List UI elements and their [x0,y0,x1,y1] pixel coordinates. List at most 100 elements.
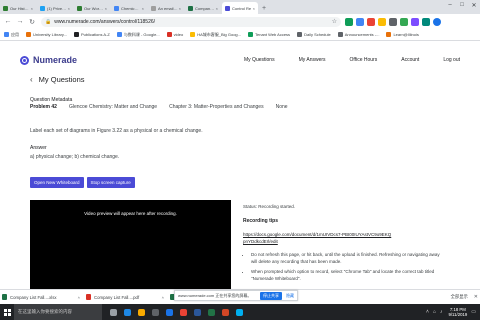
close-icon[interactable]: ✕ [474,294,478,300]
bookmarks-bar: 应用 University Library... Publications A-Z 与… [0,29,480,41]
extension-icon[interactable] [345,17,353,26]
chrome-icon[interactable] [176,304,190,320]
app-glyph [193,308,201,316]
bookmark-label: University Library... [33,32,67,37]
reload-icon[interactable]: ↻ [27,17,37,27]
profile-avatar-icon[interactable] [433,17,441,26]
hide-share-link[interactable]: 隐藏 [286,293,294,299]
extension-icon[interactable] [422,17,430,26]
bookmark-item[interactable]: Daily Schedule [297,32,331,37]
download-item[interactable]: Company List Fall....xlsx ˄ [2,292,80,303]
maximize-icon[interactable]: □ [456,0,468,10]
tab-close-icon[interactable]: × [31,6,33,11]
browser-tab[interactable]: Our Work – Kno× [74,2,110,14]
skype-icon[interactable] [232,304,246,320]
tab-close-icon[interactable]: × [216,6,218,11]
bookmark-item[interactable]: video [166,32,183,37]
chevron-up-icon[interactable]: ˄ [78,295,80,300]
notifications-icon[interactable]: ▭ [471,309,476,315]
tab-favicon-icon [225,5,230,11]
nav-office-hours[interactable]: Office Hours [350,57,378,63]
browser-tab[interactable]: An email has be× [148,2,184,14]
app-glyph [235,308,243,316]
extension-icon[interactable] [367,17,375,26]
windows-start-icon[interactable] [0,304,14,320]
chevron-left-icon[interactable]: ‹ [30,75,33,84]
back-arrow-icon[interactable]: ← [3,17,13,27]
browser-tab[interactable]: Company List 1× [185,2,221,14]
browser-tab[interactable]: Control Re × [222,2,258,14]
stop-capture-button[interactable]: Stop screen capture [86,177,135,188]
chevron-up-icon[interactable]: ˄ [162,295,164,300]
recording-tips-link[interactable]: https://docs.google.com/document/d/1mUIV… [243,231,393,245]
bookmark-label: 与数科课 - Google... [123,31,160,37]
excel-icon[interactable] [204,304,218,320]
list-item: When prompted which option to record, se… [251,269,446,282]
forward-arrow-icon[interactable]: → [15,17,25,27]
nav-log-out[interactable]: Log out [443,57,460,63]
tab-close-icon[interactable]: × [142,6,144,11]
bookmark-star-icon[interactable]: ☆ [332,18,337,25]
bookmark-item[interactable]: 与数科课 - Google... [116,31,160,38]
window-controls: – □ ✕ [444,0,480,10]
bookmark-item[interactable]: Tenant Web Access [248,32,290,37]
edge-icon[interactable] [120,304,134,320]
chapter-title: Chapter 3: Matter-Properties and Changes [169,104,264,110]
powerpoint-icon[interactable] [218,304,232,320]
app-glyph [123,308,131,316]
bookmark-item[interactable]: HA城市客服_Big Goog... [190,32,241,38]
extension-icon[interactable] [400,17,408,26]
extension-icon[interactable] [411,17,419,26]
tab-close-icon[interactable]: × [105,6,107,11]
chevron-up-icon[interactable]: ˄ [426,309,429,315]
open-whiteboard-button[interactable]: Open New Whiteboard [30,177,84,188]
nav-my-answers[interactable]: My Answers [299,57,326,63]
bookmark-item[interactable]: 应用 [4,32,19,38]
browser-toolbar: ← → ↻ 🔒 www.numerade.com/answers/control… [0,14,480,29]
extension-icon[interactable] [389,17,397,26]
extension-icon[interactable] [378,17,386,26]
bookmark-icon [297,32,303,37]
mail-icon[interactable] [162,304,176,320]
bookmark-item[interactable]: University Library... [26,32,67,37]
numerade-logo[interactable]: Numerade [20,55,77,65]
download-item[interactable]: Company List Fall....pdf ˄ [86,292,164,303]
tab-close-icon[interactable]: × [68,6,70,11]
logo-text: Numerade [33,55,78,65]
tab-close-icon[interactable]: × [179,6,181,11]
minimize-icon[interactable]: – [444,0,456,10]
bookmark-item[interactable]: Announcements -... [337,32,379,37]
book-title: Glencoe Chemistry: Matter and Change [68,104,158,110]
task-view-icon[interactable] [106,304,120,320]
show-all-downloads-link[interactable]: 全部显示 [451,294,468,300]
problem-number: Problem 42 [30,104,57,110]
answer-text: a) physical change; b) chemical change. [30,154,120,160]
bookmark-icon [337,32,343,37]
close-window-icon[interactable]: ✕ [468,0,480,10]
network-icon[interactable]: ⌂ [433,309,436,315]
browser-tab[interactable]: Chemical proce× [111,2,147,14]
nav-my-questions[interactable]: My Questions [244,57,275,63]
browser-tab[interactable]: (1) Privena Ecu× [37,2,73,14]
taskbar-search-input[interactable]: 在这里输入你要搜索的内容 [14,304,102,320]
pdf-file-icon [86,294,91,300]
address-bar[interactable]: 🔒 www.numerade.com/answers/control/11852… [41,16,341,27]
file-explorer-icon[interactable] [134,304,148,320]
bookmark-item[interactable]: Learn@Illinois [386,32,419,37]
action-buttons: Open New Whiteboard Stop screen capture [30,177,138,188]
browser-tab[interactable]: Our History – Kn× [0,2,36,14]
stop-sharing-button[interactable]: 停止共享 [260,291,282,300]
volume-icon[interactable]: ♪ [440,309,443,315]
tab-title: Company List 1 [195,5,215,11]
word-icon[interactable] [190,304,204,320]
bookmark-icon [73,32,79,37]
store-icon[interactable] [148,304,162,320]
extension-icon[interactable] [356,17,364,26]
video-preview-message: Video preview will appear here after rec… [84,211,177,216]
taskbar-clock[interactable]: 7:18 PM 9/11/2019 [448,307,467,317]
tab-close-icon[interactable]: × [253,6,255,11]
new-tab-button[interactable]: + [259,2,269,14]
bookmark-item[interactable]: Publications A-Z [73,32,110,37]
nav-account[interactable]: Account [401,57,419,63]
bookmark-label: Publications A-Z [80,32,110,37]
